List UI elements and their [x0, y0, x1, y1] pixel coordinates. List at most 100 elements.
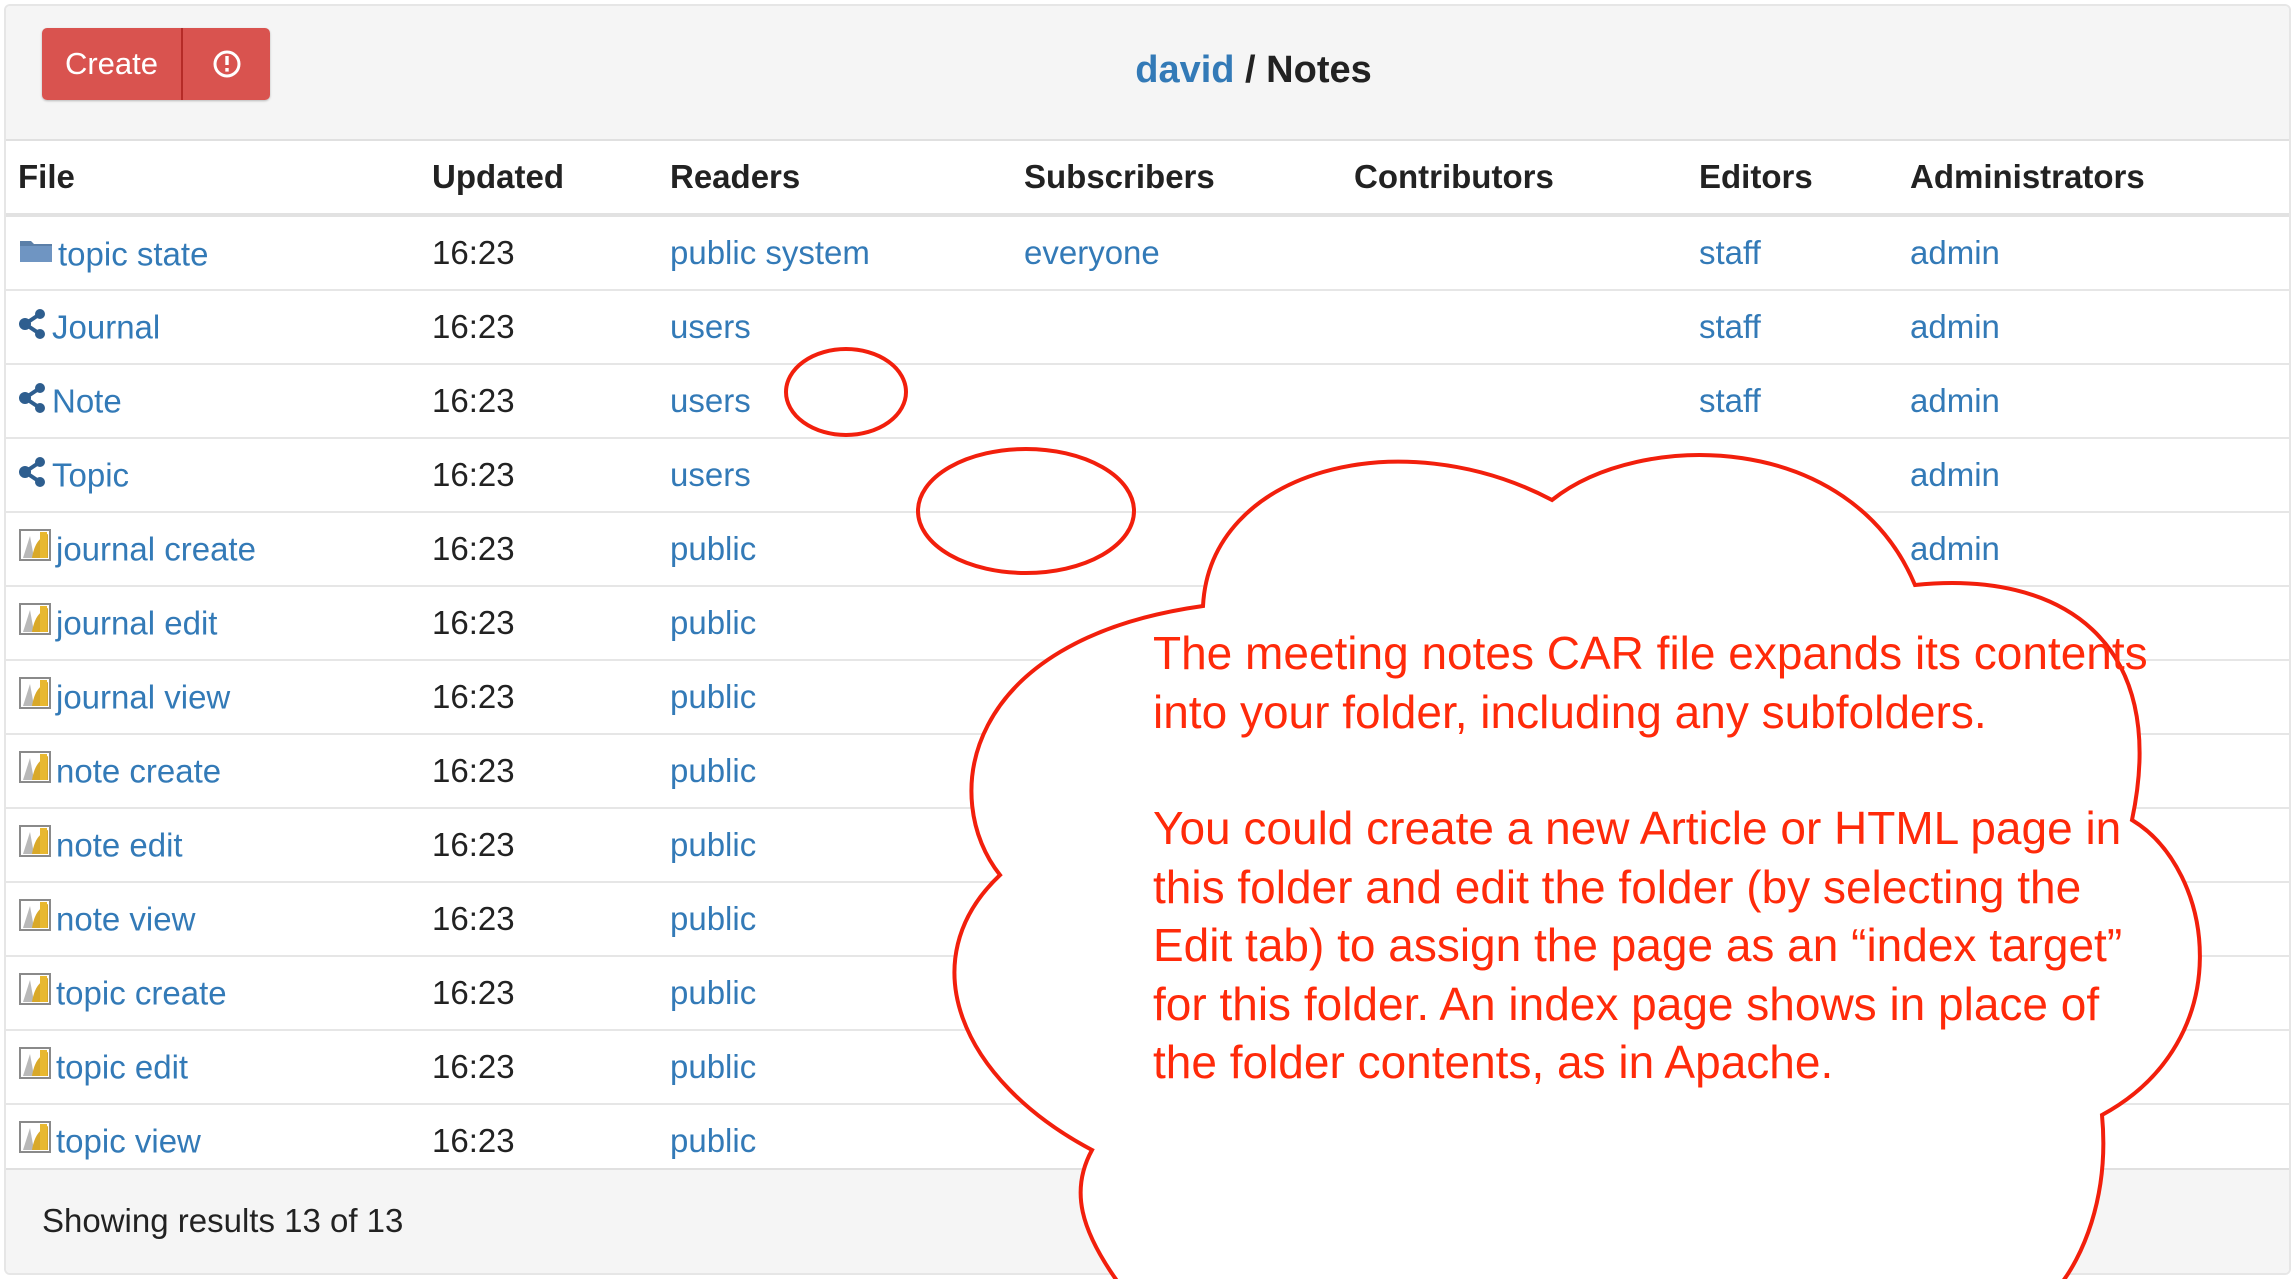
results-count: Showing results 13 of 13	[42, 1202, 404, 1239]
file-link[interactable]: Note	[18, 380, 122, 420]
file-name: note edit	[56, 826, 183, 864]
table-row: journal create 16:23 public admin	[6, 511, 2289, 586]
file-link[interactable]: note view	[18, 898, 195, 937]
readers-link[interactable]: public	[670, 530, 756, 567]
editors-cell	[1699, 437, 1910, 512]
breadcrumb-user-link[interactable]: david	[1135, 49, 1234, 91]
contributors-cell	[1354, 437, 1699, 512]
readers-link[interactable]: users	[670, 308, 751, 345]
file-cell: topic view	[6, 1103, 432, 1177]
file-name: journal create	[56, 530, 256, 568]
column-header-administrators[interactable]: Administrators	[1910, 141, 2289, 217]
template-icon	[18, 750, 52, 792]
file-name: topic create	[56, 974, 227, 1012]
readers-cell: public	[670, 585, 1024, 660]
file-cell: note edit	[6, 807, 432, 882]
column-header-subscribers[interactable]: Subscribers	[1024, 141, 1354, 217]
template-icon	[18, 898, 52, 940]
column-header-readers[interactable]: Readers	[670, 141, 1024, 217]
readers-cell: public	[670, 1103, 1024, 1177]
file-link[interactable]: note create	[18, 750, 222, 790]
column-header-updated[interactable]: Updated	[432, 141, 670, 217]
readers-link[interactable]: public	[670, 604, 756, 641]
readers-link[interactable]: public	[670, 900, 756, 937]
file-link[interactable]: Journal	[18, 306, 160, 346]
file-link[interactable]: Topic	[18, 454, 130, 494]
file-link[interactable]: topic view	[18, 1120, 201, 1160]
column-header-contributors[interactable]: Contributors	[1354, 141, 1699, 217]
readers-link[interactable]: public	[670, 1122, 756, 1159]
updated-cell: 16:23	[432, 733, 670, 808]
file-link[interactable]: topic create	[18, 972, 227, 1012]
file-cell: topic edit	[6, 1029, 432, 1104]
editors-link[interactable]: staff	[1699, 234, 1761, 271]
file-cell: journal view	[6, 659, 432, 734]
subscribers-cell	[1024, 1103, 1354, 1177]
file-cell: Note	[6, 363, 432, 438]
file-cell: journal edit	[6, 585, 432, 660]
column-header-file[interactable]: File	[6, 141, 432, 217]
file-link[interactable]: journal view	[18, 676, 230, 715]
editors-link[interactable]: staff	[1699, 382, 1761, 419]
updated-cell: 16:23	[432, 659, 670, 734]
file-link[interactable]: topic state	[18, 233, 208, 273]
contributors-cell	[1354, 289, 1699, 364]
readers-link[interactable]: public	[670, 752, 756, 789]
administrators-link[interactable]: admin	[1910, 308, 2000, 345]
readers-link[interactable]: public system	[670, 234, 870, 271]
column-header-editors[interactable]: Editors	[1699, 141, 1910, 217]
table-row: Topic 16:23 users admin	[6, 437, 2289, 512]
subscribers-cell: everyone	[1024, 214, 1354, 290]
readers-cell: users	[670, 437, 1024, 512]
administrators-link[interactable]: admin	[1910, 382, 2000, 419]
file-name: topic view	[56, 1122, 201, 1160]
editors-cell: staff	[1699, 363, 1910, 438]
contributors-cell	[1354, 1103, 1699, 1177]
folder-icon	[18, 235, 54, 273]
annotation-callout: The meeting notes CAR file expands its c…	[1153, 624, 2153, 1092]
updated-cell: 16:23	[432, 437, 670, 512]
table-row: topic state 16:23 public system everyone sta…	[6, 214, 2289, 290]
updated-cell: 16:23	[432, 955, 670, 1030]
file-name: note create	[56, 752, 222, 790]
breadcrumb: david / Notes	[6, 49, 2289, 92]
readers-link[interactable]: users	[670, 382, 751, 419]
file-name: topic edit	[56, 1048, 189, 1086]
readers-link[interactable]: public	[670, 678, 756, 715]
file-cell: note create	[6, 733, 432, 808]
administrators-link[interactable]: admin	[1910, 456, 2000, 493]
file-link[interactable]: topic edit	[18, 1046, 189, 1086]
share-icon	[18, 308, 48, 348]
table-row: topic view 16:23 public	[6, 1103, 2289, 1177]
breadcrumb-separator: /	[1234, 49, 1267, 91]
editors-link[interactable]: staff	[1699, 308, 1761, 345]
administrators-cell: admin	[1910, 289, 2289, 364]
file-cell: note view	[6, 881, 432, 956]
readers-cell: public	[670, 659, 1024, 734]
administrators-link[interactable]: admin	[1910, 234, 2000, 271]
share-icon	[18, 456, 48, 496]
file-link[interactable]: journal edit	[18, 602, 217, 641]
administrators-cell	[1910, 1103, 2289, 1177]
readers-link[interactable]: public	[670, 1048, 756, 1085]
breadcrumb-folder: Notes	[1266, 49, 1372, 91]
readers-link[interactable]: public	[670, 974, 756, 1011]
administrators-link[interactable]: admin	[1910, 530, 2000, 567]
subscribers-link[interactable]: everyone	[1024, 234, 1160, 271]
file-name: Topic	[52, 456, 130, 494]
file-link[interactable]: journal create	[18, 528, 256, 568]
file-cell: topic state	[6, 214, 432, 290]
panel-header: Create david / Notes	[6, 6, 2289, 141]
template-icon	[18, 972, 52, 1014]
updated-cell: 16:23	[432, 585, 670, 660]
readers-link[interactable]: users	[670, 456, 751, 493]
updated-cell: 16:23	[432, 881, 670, 956]
updated-cell: 16:23	[432, 363, 670, 438]
annotation-paragraph-2: You could create a new Article or HTML p…	[1153, 802, 2123, 1088]
subscribers-cell	[1024, 289, 1354, 364]
file-link[interactable]: note edit	[18, 824, 183, 864]
panel-footer: Showing results 13 of 13	[6, 1168, 2289, 1273]
updated-cell: 16:23	[432, 511, 670, 586]
readers-link[interactable]: public	[670, 826, 756, 863]
template-icon	[18, 1046, 52, 1088]
